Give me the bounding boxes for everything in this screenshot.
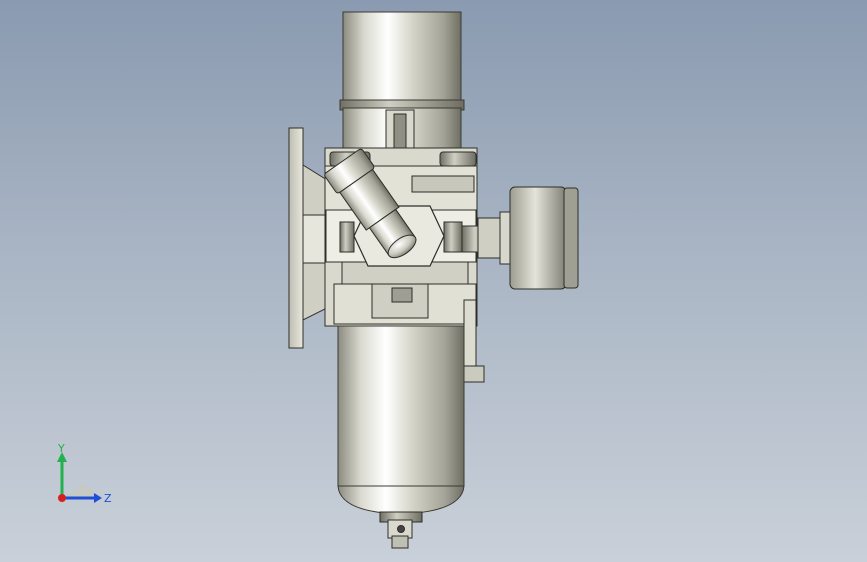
z-axis-arrow [94,493,102,503]
z-axis-label: Z [104,492,112,505]
cad-model[interactable] [0,0,867,562]
bottom-bowl[interactable] [337,325,465,549]
right-bracket[interactable] [463,299,485,383]
graphics-viewport[interactable]: Y Z [0,0,867,562]
x-axis-origin [58,494,66,502]
pressure-gauge[interactable] [461,186,579,290]
orientation-triad: Y Z [57,442,112,505]
y-axis-label: Y [57,442,65,455]
